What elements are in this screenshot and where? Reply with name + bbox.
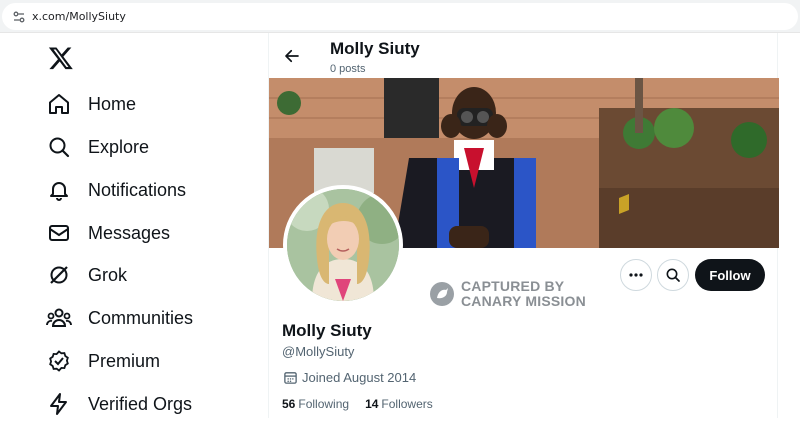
avatar[interactable] [283,185,403,305]
search-icon [44,132,74,162]
sidebar-item-label: Grok [88,264,128,285]
more-options-button[interactable] [620,259,652,291]
followers-link[interactable]: 14 Followers [365,397,433,411]
joined-date: Joined August 2014 [283,370,416,385]
sidebar-item-notifications[interactable]: Notifications [44,173,186,207]
url-text: x.com/MollySiuty [32,10,126,23]
following-count: 56 [282,397,296,411]
sidebar-item-communities[interactable]: Communities [44,301,193,335]
sidebar: Home Explore Notifications Messages Grok… [0,33,268,418]
communities-icon [44,303,74,333]
captured-by-watermark: CAPTURED BY CANARY MISSION [429,279,586,309]
x-logo-icon[interactable] [48,45,74,71]
follow-button[interactable]: Follow [695,259,765,291]
follow-stats: 56 Following 14 Followers [282,397,449,411]
followers-label: Followers [381,397,433,411]
search-icon [666,268,680,282]
sidebar-item-home[interactable]: Home [44,87,136,121]
sidebar-item-premium[interactable]: Premium [44,344,160,378]
sidebar-item-label: Home [88,93,137,114]
joined-text: Joined August 2014 [302,370,417,385]
sidebar-item-label: Notifications [88,179,187,200]
profile-column: Molly Siuty 0 posts CAPTURED BY CANARY M… [268,33,779,418]
site-settings-icon[interactable] [8,6,30,28]
search-profile-button[interactable] [657,259,689,291]
lightning-icon [44,389,74,419]
grok-icon [44,260,74,290]
browser-address-bar: x.com/MollySiuty [0,0,800,33]
followers-count: 14 [365,397,379,411]
profile-handle: @MollySiuty [282,344,355,359]
back-arrow-icon [285,49,299,63]
sidebar-item-label: Explore [88,136,150,157]
premium-badge-icon [44,346,74,376]
profile-header-bar: Molly Siuty 0 posts [269,33,779,78]
sidebar-item-grok[interactable]: Grok [44,258,127,292]
url-field[interactable]: x.com/MollySiuty [2,3,798,30]
bell-icon [44,175,74,205]
more-dots-icon [629,273,643,277]
following-link[interactable]: 56 Following [282,397,349,411]
watermark-line-1: CAPTURED BY [461,278,565,294]
sidebar-item-label: Communities [88,307,194,328]
calendar-icon [284,372,297,384]
header-post-count: 0 posts [330,63,366,75]
home-icon [44,89,74,119]
following-label: Following [298,397,350,411]
sidebar-item-explore[interactable]: Explore [44,130,149,164]
sidebar-item-label: Verified Orgs [88,393,193,414]
back-button[interactable] [279,43,305,69]
canary-bird-icon [430,282,454,306]
sidebar-item-label: Messages [88,222,171,243]
header-name: Molly Siuty [330,39,420,58]
profile-name: Molly Siuty [282,321,372,340]
mail-icon [44,218,74,248]
sidebar-item-label: Premium [88,350,161,371]
watermark-line-2: CANARY MISSION [461,293,586,309]
sidebar-item-verified-orgs[interactable]: Verified Orgs [44,387,192,421]
sidebar-item-messages[interactable]: Messages [44,216,170,250]
